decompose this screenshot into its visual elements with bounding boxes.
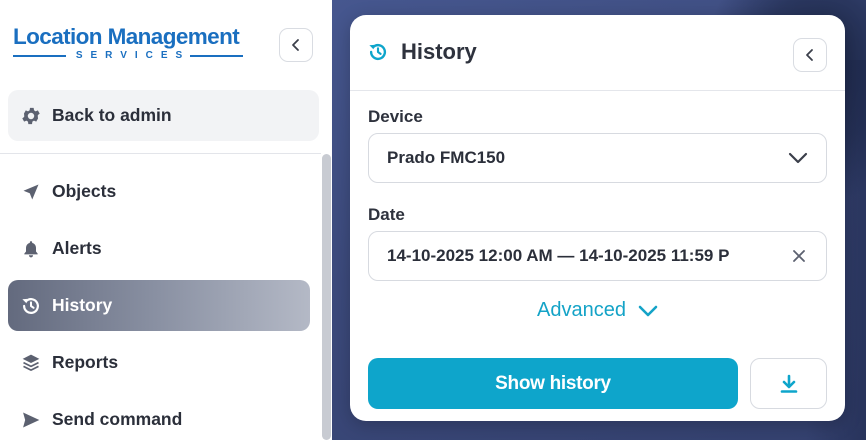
- panel-header: History: [350, 15, 845, 91]
- sidebar: Location Management SERVICES Back to adm…: [0, 0, 332, 440]
- device-select-value: Prado FMC150: [387, 148, 506, 167]
- panel-collapse-button[interactable]: [793, 38, 827, 72]
- back-to-admin-button[interactable]: Back to admin: [8, 90, 319, 141]
- sidebar-item-objects[interactable]: Objects: [8, 166, 310, 217]
- logo: Location Management SERVICES: [13, 24, 244, 62]
- device-label: Device: [368, 107, 423, 126]
- history-panel: History Device Prado FMC150 Date 14-10-2…: [350, 15, 845, 421]
- chevron-down-icon: [638, 304, 658, 318]
- sidebar-divider: [0, 153, 332, 154]
- show-history-label: Show history: [495, 372, 611, 394]
- close-icon[interactable]: [792, 249, 806, 268]
- date-label: Date: [368, 205, 405, 224]
- advanced-label: Advanced: [537, 299, 626, 321]
- navigation-arrow-icon: [20, 181, 42, 203]
- chevron-left-icon: [803, 48, 817, 62]
- history-clock-icon: [20, 295, 42, 317]
- sidebar-item-label: Send command: [52, 409, 183, 429]
- advanced-toggle[interactable]: Advanced: [350, 299, 845, 322]
- device-select[interactable]: Prado FMC150: [368, 133, 827, 183]
- show-history-button[interactable]: Show history: [368, 358, 738, 409]
- sidebar-item-alerts[interactable]: Alerts: [8, 223, 310, 274]
- download-button[interactable]: [750, 358, 827, 409]
- sidebar-item-label: Objects: [52, 181, 117, 201]
- logo-line-left: [13, 55, 66, 57]
- gear-icon: [20, 105, 42, 127]
- panel-title: History: [401, 39, 477, 64]
- bell-icon: [20, 238, 42, 260]
- logo-subtitle: SERVICES: [75, 50, 191, 61]
- sidebar-item-label: Alerts: [52, 238, 102, 258]
- sidebar-item-reports[interactable]: Reports: [8, 337, 310, 388]
- date-range-input[interactable]: 14-10-2025 12:00 AM — 14-10-2025 11:59 P: [368, 231, 827, 281]
- sidebar-collapse-button[interactable]: [279, 28, 313, 62]
- logo-subtitle-row: SERVICES: [13, 50, 244, 62]
- send-icon: [20, 409, 42, 431]
- chevron-left-icon: [289, 38, 303, 52]
- sidebar-item-label: Reports: [52, 352, 119, 372]
- date-range-value: 14-10-2025 12:00 AM — 14-10-2025 11:59 P: [387, 246, 730, 265]
- layers-icon: [20, 352, 42, 374]
- history-clock-icon: [367, 41, 389, 63]
- sidebar-item-send-command[interactable]: Send command: [8, 394, 310, 440]
- download-icon: [778, 373, 800, 395]
- sidebar-scrollbar-thumb[interactable]: [322, 154, 331, 440]
- chevron-down-icon: [788, 148, 808, 173]
- back-to-admin-label: Back to admin: [52, 105, 172, 125]
- logo-line-right: [190, 55, 244, 57]
- logo-title: Location Management: [13, 24, 240, 49]
- sidebar-item-history[interactable]: History: [8, 280, 310, 331]
- sidebar-item-label: History: [52, 295, 113, 315]
